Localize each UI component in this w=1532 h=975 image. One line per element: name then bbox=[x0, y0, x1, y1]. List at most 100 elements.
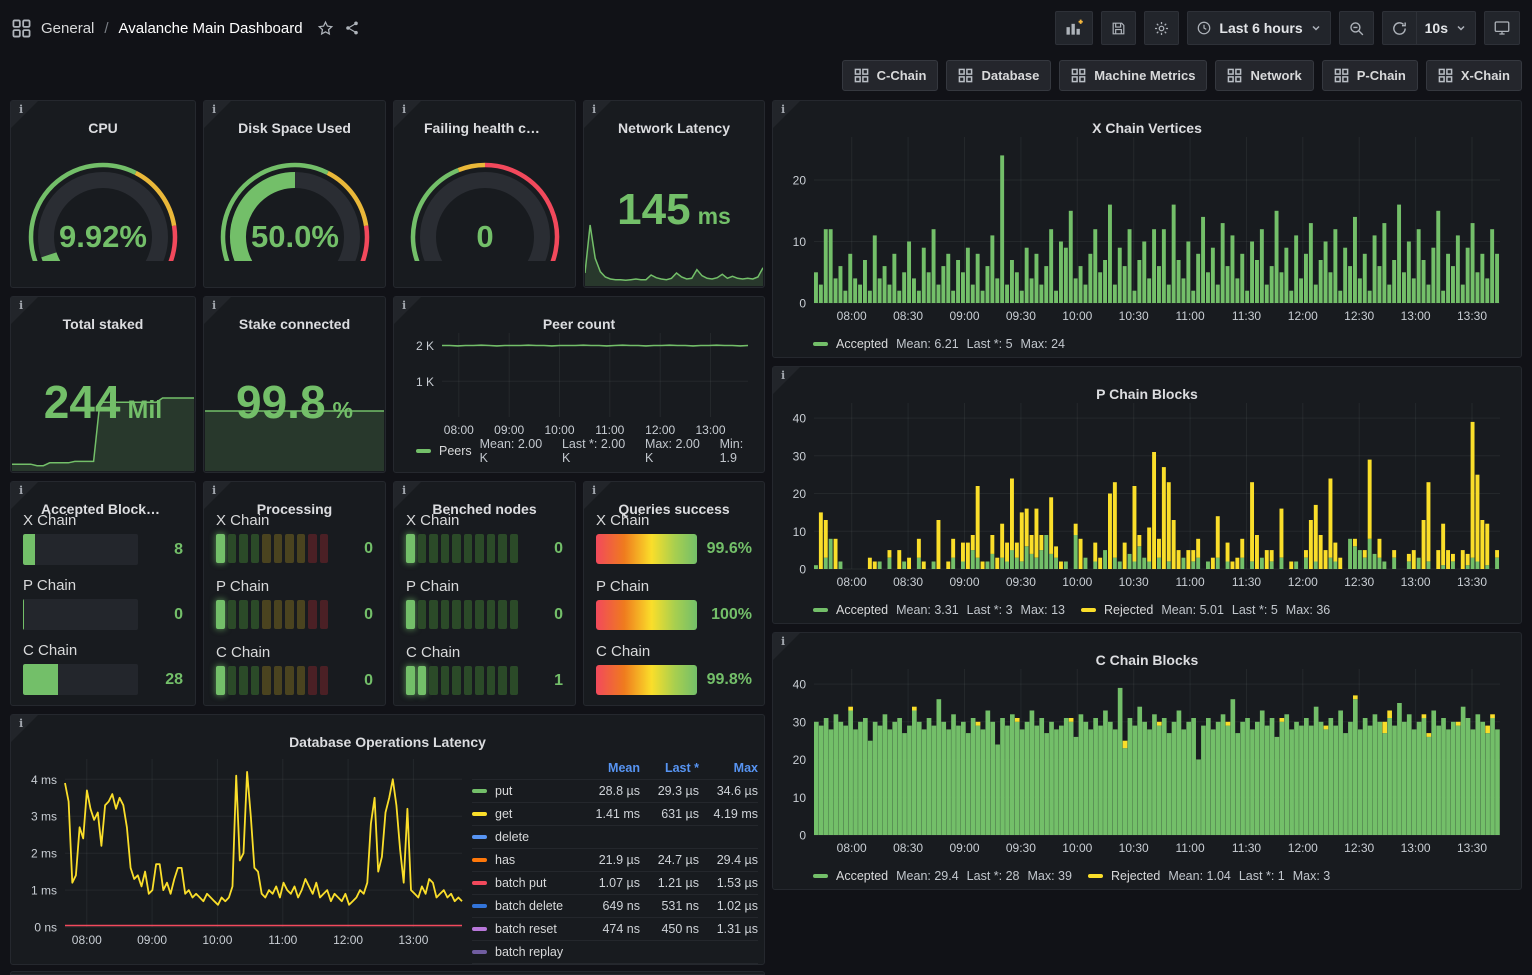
panel-benched-nodes: i Benched nodes X Chain0P Chain0C Chain1 bbox=[393, 481, 576, 706]
panel-info-corner[interactable] bbox=[394, 101, 421, 128]
panel-info-corner[interactable] bbox=[584, 101, 611, 128]
cycle-view-mode-button[interactable] bbox=[1484, 11, 1520, 45]
save-dashboard-button[interactable] bbox=[1101, 11, 1136, 45]
panel-info-corner[interactable] bbox=[773, 633, 800, 660]
panel-info-corner[interactable] bbox=[11, 297, 38, 324]
legend-series-name[interactable]: Accepted bbox=[836, 603, 888, 617]
panel-info-corner[interactable] bbox=[204, 101, 231, 128]
panel-total-staked: i Total staked 244Mil bbox=[10, 296, 196, 473]
panel-title[interactable]: C Chain Blocks bbox=[803, 648, 1491, 672]
svg-text:09:00: 09:00 bbox=[137, 933, 167, 947]
zoom-out-time-button[interactable] bbox=[1339, 11, 1374, 45]
legend-series-name[interactable]: Peers bbox=[439, 444, 472, 458]
x-chain-vertices-chart[interactable]: 08:0008:3009:0009:3010:0010:3011:0011:30… bbox=[780, 129, 1514, 327]
legend-series-color[interactable] bbox=[813, 342, 828, 346]
dashboard-settings-button[interactable] bbox=[1144, 11, 1179, 45]
panel-title[interactable]: Total staked bbox=[41, 312, 165, 336]
series-name[interactable]: has bbox=[472, 853, 581, 867]
series-name[interactable]: batch put bbox=[472, 876, 581, 890]
star-icon[interactable] bbox=[317, 20, 334, 37]
bar-gauge bbox=[23, 599, 138, 630]
panel-title[interactable]: CPU bbox=[41, 116, 165, 140]
svg-text:08:00: 08:00 bbox=[72, 933, 102, 947]
dashboard-link-network[interactable]: Network bbox=[1215, 60, 1313, 91]
dashboard-link-x-chain[interactable]: X-Chain bbox=[1426, 60, 1522, 91]
apps-grid-icon[interactable] bbox=[12, 19, 31, 38]
table-column-header[interactable]: Last * bbox=[640, 761, 699, 775]
chain-value: 8 bbox=[147, 541, 183, 559]
panel-title[interactable]: Stake connected bbox=[234, 312, 355, 336]
svg-text:10:00: 10:00 bbox=[544, 423, 574, 437]
series-name[interactable]: delete bbox=[472, 830, 581, 844]
panel-info-corner[interactable] bbox=[394, 297, 421, 324]
dashboard-link-machine-metrics[interactable]: Machine Metrics bbox=[1059, 60, 1207, 91]
add-panel-button[interactable] bbox=[1055, 11, 1093, 45]
svg-text:0: 0 bbox=[476, 219, 493, 254]
panel-info-corner[interactable] bbox=[584, 482, 611, 509]
c-chain-blocks-chart[interactable]: 08:0008:3009:0009:3010:0010:3011:0011:30… bbox=[780, 661, 1514, 859]
breadcrumb-dashboard-title[interactable]: Avalanche Main Dashboard bbox=[119, 20, 303, 37]
panel-info-corner[interactable] bbox=[394, 482, 421, 509]
panel-network-latency: i Network Latency 145ms bbox=[583, 100, 765, 288]
refresh-button[interactable] bbox=[1382, 11, 1416, 45]
time-range-picker[interactable]: Last 6 hours bbox=[1187, 11, 1330, 45]
legend-series-name[interactable]: Accepted bbox=[836, 869, 888, 883]
panel-title[interactable]: X Chain Vertices bbox=[803, 116, 1491, 140]
db-latency-chart[interactable]: 08:0009:0010:0011:0012:0013:000 ns1 ms2 … bbox=[17, 743, 472, 958]
panel-title[interactable]: Disk Space Used bbox=[234, 116, 355, 140]
peer-count-chart[interactable]: 08:0009:0010:0011:0012:0013:001 K2 K bbox=[402, 325, 758, 443]
panel-title[interactable]: Queries success bbox=[614, 497, 734, 521]
panel-title[interactable]: Accepted Blocks/Ve… bbox=[41, 497, 165, 521]
panel-title[interactable]: Network Latency bbox=[614, 116, 734, 140]
legend-series-color[interactable] bbox=[813, 608, 828, 612]
panel-info-corner[interactable] bbox=[11, 482, 38, 509]
dashboard-link-p-chain[interactable]: P-Chain bbox=[1322, 60, 1418, 91]
legend-series-color[interactable] bbox=[1088, 874, 1103, 878]
legend-series-color[interactable] bbox=[1081, 608, 1096, 612]
panel-info-corner[interactable] bbox=[204, 482, 231, 509]
panel-title[interactable]: P Chain Blocks bbox=[803, 382, 1491, 406]
svg-text:11:30: 11:30 bbox=[1232, 841, 1261, 855]
legend-stat: Max: 24 bbox=[1021, 337, 1065, 351]
panel-title[interactable]: Peer count bbox=[424, 312, 734, 336]
svg-text:0: 0 bbox=[799, 563, 806, 577]
dashboard-link-database[interactable]: Database bbox=[946, 60, 1051, 91]
queries-success-bars: X Chain99.6%P Chain100%C Chain99.8% bbox=[596, 512, 752, 695]
panel-stake-connected: i Stake connected 99.8% bbox=[203, 296, 386, 473]
share-icon[interactable] bbox=[344, 20, 360, 36]
legend-series-name[interactable]: Rejected bbox=[1104, 603, 1153, 617]
series-name[interactable]: get bbox=[472, 807, 581, 821]
panel-title[interactable]: Benched nodes bbox=[424, 497, 545, 521]
panel-info-corner[interactable] bbox=[204, 297, 231, 324]
panel-info-corner[interactable] bbox=[773, 367, 800, 394]
panel-peer-count: i Peer count 08:0009:0010:0011:0012:0013… bbox=[393, 296, 765, 473]
refresh-interval-picker[interactable]: 10s bbox=[1416, 11, 1476, 45]
table-column-header[interactable]: Max bbox=[699, 761, 758, 775]
panel-title[interactable]: Failing health checks bbox=[424, 116, 545, 140]
legend-series-name[interactable]: Accepted bbox=[836, 337, 888, 351]
series-name[interactable]: batch reset bbox=[472, 922, 581, 936]
svg-text:09:00: 09:00 bbox=[949, 575, 979, 589]
panel-info-corner[interactable] bbox=[11, 715, 38, 742]
panel-info-corner[interactable] bbox=[773, 101, 800, 128]
svg-text:12:30: 12:30 bbox=[1344, 841, 1374, 855]
svg-text:13:00: 13:00 bbox=[1401, 309, 1431, 323]
svg-text:12:00: 12:00 bbox=[1288, 841, 1318, 855]
series-name[interactable]: batch delete bbox=[472, 899, 581, 913]
series-name[interactable]: put bbox=[472, 784, 581, 798]
series-name[interactable]: batch replay bbox=[472, 945, 581, 959]
panel-title[interactable]: Database Operations Latency bbox=[41, 730, 734, 754]
legend-stat: Mean: 3.31 bbox=[896, 603, 959, 617]
legend-series-name[interactable]: Rejected bbox=[1111, 869, 1160, 883]
legend-series-color[interactable] bbox=[813, 874, 828, 878]
panel-info-corner[interactable] bbox=[11, 101, 38, 128]
table-row: put28.8 µs29.3 µs34.6 µs bbox=[472, 780, 758, 803]
legend-series-color[interactable] bbox=[416, 449, 431, 453]
chain-label: P Chain bbox=[596, 578, 752, 595]
svg-text:12:30: 12:30 bbox=[1344, 575, 1374, 589]
breadcrumb-section[interactable]: General bbox=[41, 20, 94, 37]
dashboard-link-c-chain[interactable]: C-Chain bbox=[842, 60, 939, 91]
table-column-header[interactable]: Mean bbox=[581, 761, 640, 775]
p-chain-blocks-chart[interactable]: 08:0008:3009:0009:3010:0010:3011:0011:30… bbox=[780, 395, 1514, 593]
panel-title[interactable]: Processing bbox=[234, 497, 355, 521]
